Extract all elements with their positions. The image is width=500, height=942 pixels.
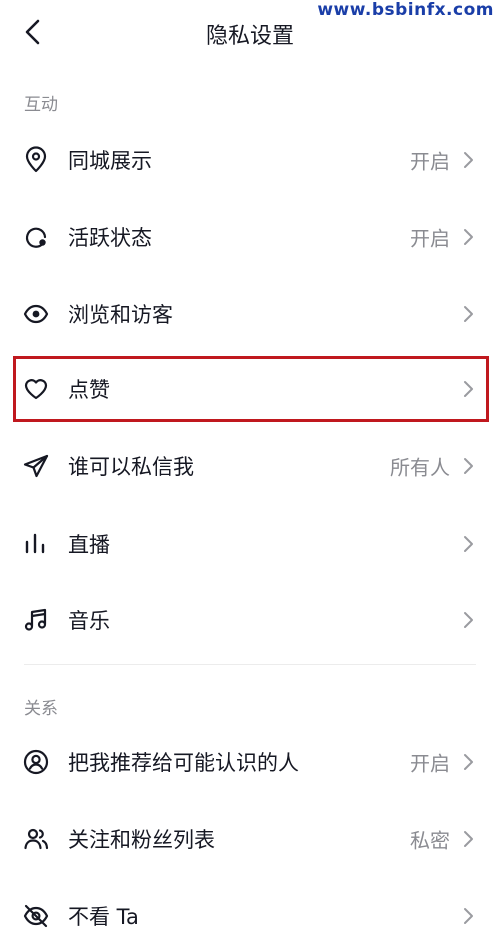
setting-label: 同城展示 (68, 149, 152, 173)
setting-value: 开启 (410, 751, 450, 776)
chevron-right-icon (464, 908, 473, 924)
location-pin-icon (25, 146, 47, 173)
nav-header: 隐私设置 (0, 0, 500, 64)
setting-value: 开启 (410, 149, 450, 174)
highlight-box (13, 356, 489, 422)
section-title-relationship: 关系 (24, 699, 58, 719)
send-plane-icon (23, 454, 49, 478)
setting-label: 谁可以私信我 (68, 455, 194, 479)
setting-label: 把我推荐给可能认识的人 (68, 751, 299, 775)
users-icon (24, 828, 49, 850)
active-status-icon (25, 227, 47, 248)
setting-label: 关注和粉丝列表 (68, 828, 215, 852)
setting-label: 不看 Ta (68, 905, 139, 929)
chevron-right-icon (464, 612, 473, 628)
setting-row-dont-see[interactable]: 不看 Ta (0, 878, 500, 942)
eye-icon (23, 304, 49, 324)
user-circle-icon (23, 749, 49, 775)
eye-off-icon (23, 904, 49, 928)
setting-row-nearby-display[interactable]: 同城展示 开启 (0, 122, 500, 198)
setting-row-browse-visitors[interactable]: 浏览和访客 (0, 276, 500, 352)
live-bars-icon (25, 533, 45, 554)
setting-value: 开启 (410, 226, 450, 251)
setting-row-who-can-message[interactable]: 谁可以私信我 所有人 (0, 428, 500, 504)
music-note-icon (24, 608, 47, 631)
setting-row-live[interactable]: 直播 (0, 506, 500, 582)
chevron-right-icon (464, 306, 473, 322)
chevron-right-icon (464, 536, 473, 552)
chevron-right-icon (464, 754, 473, 770)
setting-value: 所有人 (390, 455, 450, 480)
section-divider (24, 664, 476, 665)
setting-label: 音乐 (68, 609, 110, 633)
setting-label: 直播 (68, 533, 110, 557)
setting-row-follow-fan-list[interactable]: 关注和粉丝列表 私密 (0, 801, 500, 877)
setting-row-active-status[interactable]: 活跃状态 开启 (0, 199, 500, 275)
setting-value: 私密 (410, 828, 450, 853)
section-title-interaction: 互动 (24, 95, 58, 115)
setting-row-music[interactable]: 音乐 (0, 582, 500, 658)
chevron-right-icon (464, 152, 473, 168)
setting-row-recommend-me[interactable]: 把我推荐给可能认识的人 开启 (0, 724, 500, 800)
chevron-right-icon (464, 831, 473, 847)
page-title: 隐私设置 (205, 24, 294, 49)
setting-label: 活跃状态 (68, 226, 152, 250)
setting-label: 浏览和访客 (68, 303, 173, 327)
chevron-right-icon (464, 229, 473, 245)
chevron-right-icon (464, 458, 473, 474)
